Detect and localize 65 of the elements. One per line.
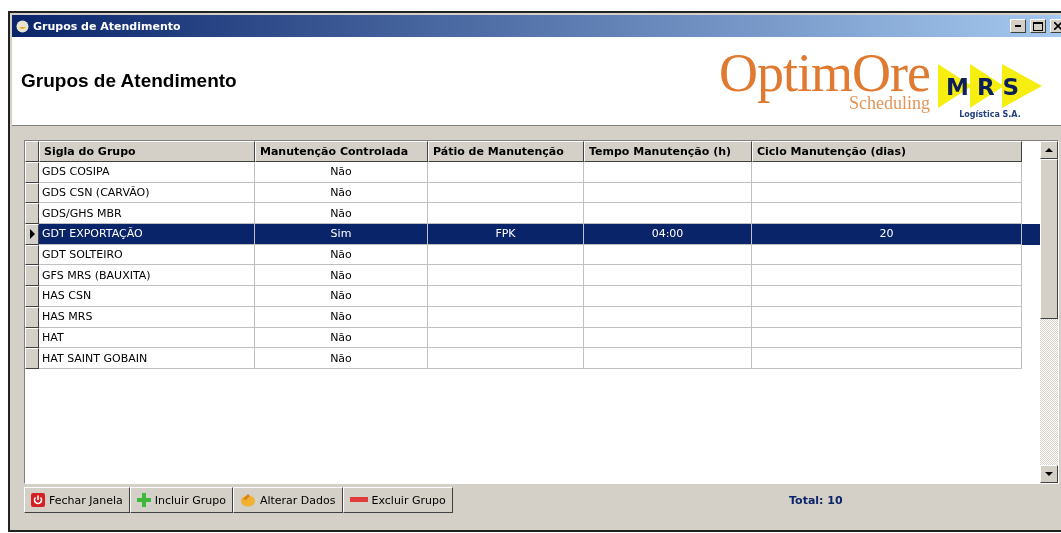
scroll-thumb[interactable]	[1040, 159, 1058, 319]
table-cell: GDS/GHS MBR	[42, 206, 122, 220]
column-header[interactable]: Sigla do Grupo	[39, 141, 255, 162]
row-header[interactable]	[25, 286, 39, 307]
row-header[interactable]	[25, 162, 39, 183]
current-row-icon	[29, 229, 35, 240]
table-cell: Não	[330, 268, 352, 282]
toolbar-button[interactable]: Incluir Grupo	[129, 487, 233, 513]
table-cell: 20	[879, 227, 894, 241]
maximize-icon	[1033, 21, 1043, 31]
plus-icon	[136, 493, 151, 507]
table-cell: HAT	[42, 330, 64, 344]
minimize-button[interactable]	[1010, 19, 1026, 33]
table-cell: HAS CSN	[42, 289, 92, 303]
table-row[interactable]: GDT EXPORTAÇÃO Sim FPK 04:00 20	[25, 224, 1040, 245]
table-cell: HAT SAINT GOBAIN	[42, 351, 148, 365]
table-cell: GDS COSIPA	[42, 165, 110, 179]
partner-logo-name: MRS	[946, 73, 1028, 100]
toolbar-button[interactable]: Fechar Janela	[24, 487, 130, 513]
table-cell: HAS MRS	[42, 310, 93, 324]
scroll-down-button[interactable]	[1040, 465, 1058, 483]
down-arrow-icon	[1045, 472, 1053, 476]
minus-icon	[349, 496, 368, 504]
row-header[interactable]	[25, 306, 39, 328]
row-header[interactable]	[25, 244, 39, 266]
scrollbar[interactable]	[1040, 141, 1058, 483]
power-icon	[31, 493, 45, 507]
table-cell: GFS MRS (BAUXITA)	[42, 268, 151, 282]
table-cell: Não	[330, 330, 352, 344]
row-header[interactable]	[25, 203, 39, 225]
table-cell: Não	[330, 310, 352, 324]
table-cell: Não	[330, 206, 352, 220]
column-header[interactable]: Manutenção Controlada	[255, 141, 428, 162]
table-cell: Não	[330, 248, 352, 262]
table-cell: GDT EXPORTAÇÃO	[42, 227, 143, 241]
table-cell: GDT SOLTEIRO	[42, 248, 123, 262]
table-cell: Não	[330, 289, 352, 303]
table-cell: Sim	[330, 227, 352, 241]
partner-logo-subtitle: Logística S.A.	[959, 109, 1021, 119]
maximize-button[interactable]	[1030, 19, 1046, 33]
row-header[interactable]	[25, 265, 39, 287]
column-header[interactable]: Pátio de Manutenção	[428, 141, 584, 162]
scroll-up-button[interactable]	[1040, 141, 1058, 159]
minimize-icon	[1015, 25, 1021, 27]
column-header[interactable]: Ciclo Manutenção (dias)	[752, 141, 1022, 162]
row-header[interactable]	[25, 348, 39, 369]
toolbar-button[interactable]: Excluir Grupo	[342, 487, 453, 513]
triangles-icon	[938, 63, 1042, 108]
window-title: Grupos de Atendimento	[33, 19, 182, 33]
row-header[interactable]	[25, 182, 39, 204]
total-count: Total: 10	[788, 493, 844, 507]
table-cell: FPK	[495, 227, 516, 241]
table-cell: Não	[330, 165, 352, 179]
close-icon	[1054, 22, 1061, 30]
table-cell: GDS CSN (CARVÃO)	[42, 186, 150, 200]
table-cell: Não	[330, 351, 352, 365]
row-header[interactable]	[25, 327, 39, 349]
table-cell: 04:00	[651, 227, 684, 241]
up-arrow-icon	[1045, 148, 1053, 152]
row-header[interactable]	[25, 224, 39, 245]
toolbar-button[interactable]: Alterar Dados	[232, 487, 343, 513]
table-cell: Não	[330, 186, 352, 200]
page-title: Grupos de Atendimento	[21, 70, 238, 92]
column-header[interactable]: Tempo Manutenção (h)	[584, 141, 752, 162]
app-icon	[16, 19, 29, 33]
